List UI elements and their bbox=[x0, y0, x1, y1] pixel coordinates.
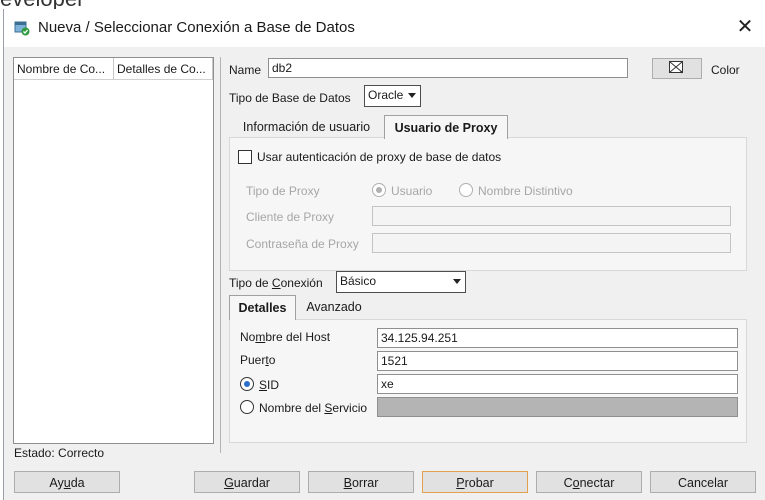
split-divider[interactable] bbox=[220, 57, 221, 453]
service-name-label: Nombre del Servicio bbox=[259, 401, 368, 415]
column-header-name[interactable]: Nombre de Co... bbox=[14, 58, 114, 80]
db-type-value: Oracle bbox=[368, 88, 404, 102]
name-label: Name bbox=[229, 63, 262, 77]
use-proxy-label: Usar autenticación de proxy de base de d… bbox=[257, 150, 502, 164]
host-label: Nombre del Host bbox=[240, 330, 331, 344]
tab-details[interactable]: Detalles bbox=[229, 295, 296, 320]
proxy-distinguished-radio-label: Nombre Distintivo bbox=[478, 184, 573, 198]
service-name-input[interactable] bbox=[377, 397, 738, 417]
use-proxy-checkbox[interactable] bbox=[238, 150, 252, 164]
background-window-strip: eveloper bbox=[0, 0, 765, 9]
tab-proxy-user[interactable]: Usuario de Proxy bbox=[384, 115, 508, 139]
color-swatch-icon bbox=[669, 61, 683, 74]
chevron-down-icon bbox=[453, 279, 461, 284]
port-input[interactable]: 1521 bbox=[377, 351, 738, 371]
title-bar: Nueva / Seleccionar Conexión a Base de D… bbox=[4, 9, 765, 47]
help-button[interactable]: Ayuda bbox=[14, 471, 120, 493]
status-text: Estado: Correcto bbox=[14, 446, 105, 460]
background-window-text: eveloper bbox=[0, 0, 84, 9]
port-label: Puerto bbox=[240, 353, 276, 367]
connection-type-select[interactable]: Básico bbox=[336, 271, 466, 293]
delete-button[interactable]: Borrar bbox=[308, 471, 414, 493]
service-name-radio[interactable] bbox=[240, 400, 254, 414]
sid-input[interactable]: xe bbox=[377, 374, 738, 394]
proxy-user-radio-label: Usuario bbox=[391, 184, 433, 198]
proxy-client-label: Cliente de Proxy bbox=[246, 210, 335, 224]
database-connection-icon bbox=[14, 21, 30, 36]
connect-button[interactable]: Conectar bbox=[536, 471, 642, 493]
cancel-button[interactable]: Cancelar bbox=[650, 471, 756, 493]
sid-radio[interactable] bbox=[240, 377, 254, 391]
proxy-user-radio[interactable] bbox=[372, 183, 386, 197]
color-label: Color bbox=[711, 63, 740, 77]
db-type-label: Tipo de Base de Datos bbox=[229, 91, 351, 105]
test-button[interactable]: Probar bbox=[422, 471, 528, 493]
name-input[interactable]: db2 bbox=[268, 58, 628, 78]
proxy-distinguished-radio[interactable] bbox=[459, 183, 473, 197]
tab-user-info[interactable]: Información de usuario bbox=[233, 115, 380, 138]
save-button[interactable]: Guardar bbox=[194, 471, 300, 493]
db-type-select[interactable]: Oracle bbox=[364, 85, 421, 107]
sid-label: SID bbox=[259, 378, 280, 392]
proxy-client-input[interactable] bbox=[372, 206, 731, 226]
host-input[interactable]: 34.125.94.251 bbox=[377, 328, 738, 348]
connections-list[interactable]: Nombre de Co... Detalles de Co... bbox=[13, 57, 214, 444]
tab-advanced[interactable]: Avanzado bbox=[299, 295, 369, 318]
proxy-password-label: Contraseña de Proxy bbox=[246, 237, 359, 251]
dialog-title: Nueva / Seleccionar Conexión a Base de D… bbox=[38, 19, 355, 36]
proxy-type-label: Tipo de Proxy bbox=[246, 184, 320, 198]
connection-type-label: Tipo de Conexión bbox=[229, 276, 323, 290]
column-header-details[interactable]: Detalles de Co... bbox=[114, 58, 213, 80]
close-icon[interactable]: ✕ bbox=[734, 17, 756, 39]
proxy-password-input[interactable] bbox=[372, 233, 731, 253]
color-picker-button[interactable] bbox=[652, 58, 702, 79]
connection-dialog: Nueva / Seleccionar Conexión a Base de D… bbox=[3, 9, 765, 500]
connection-type-value: Básico bbox=[340, 274, 377, 288]
chevron-down-icon bbox=[408, 93, 416, 98]
